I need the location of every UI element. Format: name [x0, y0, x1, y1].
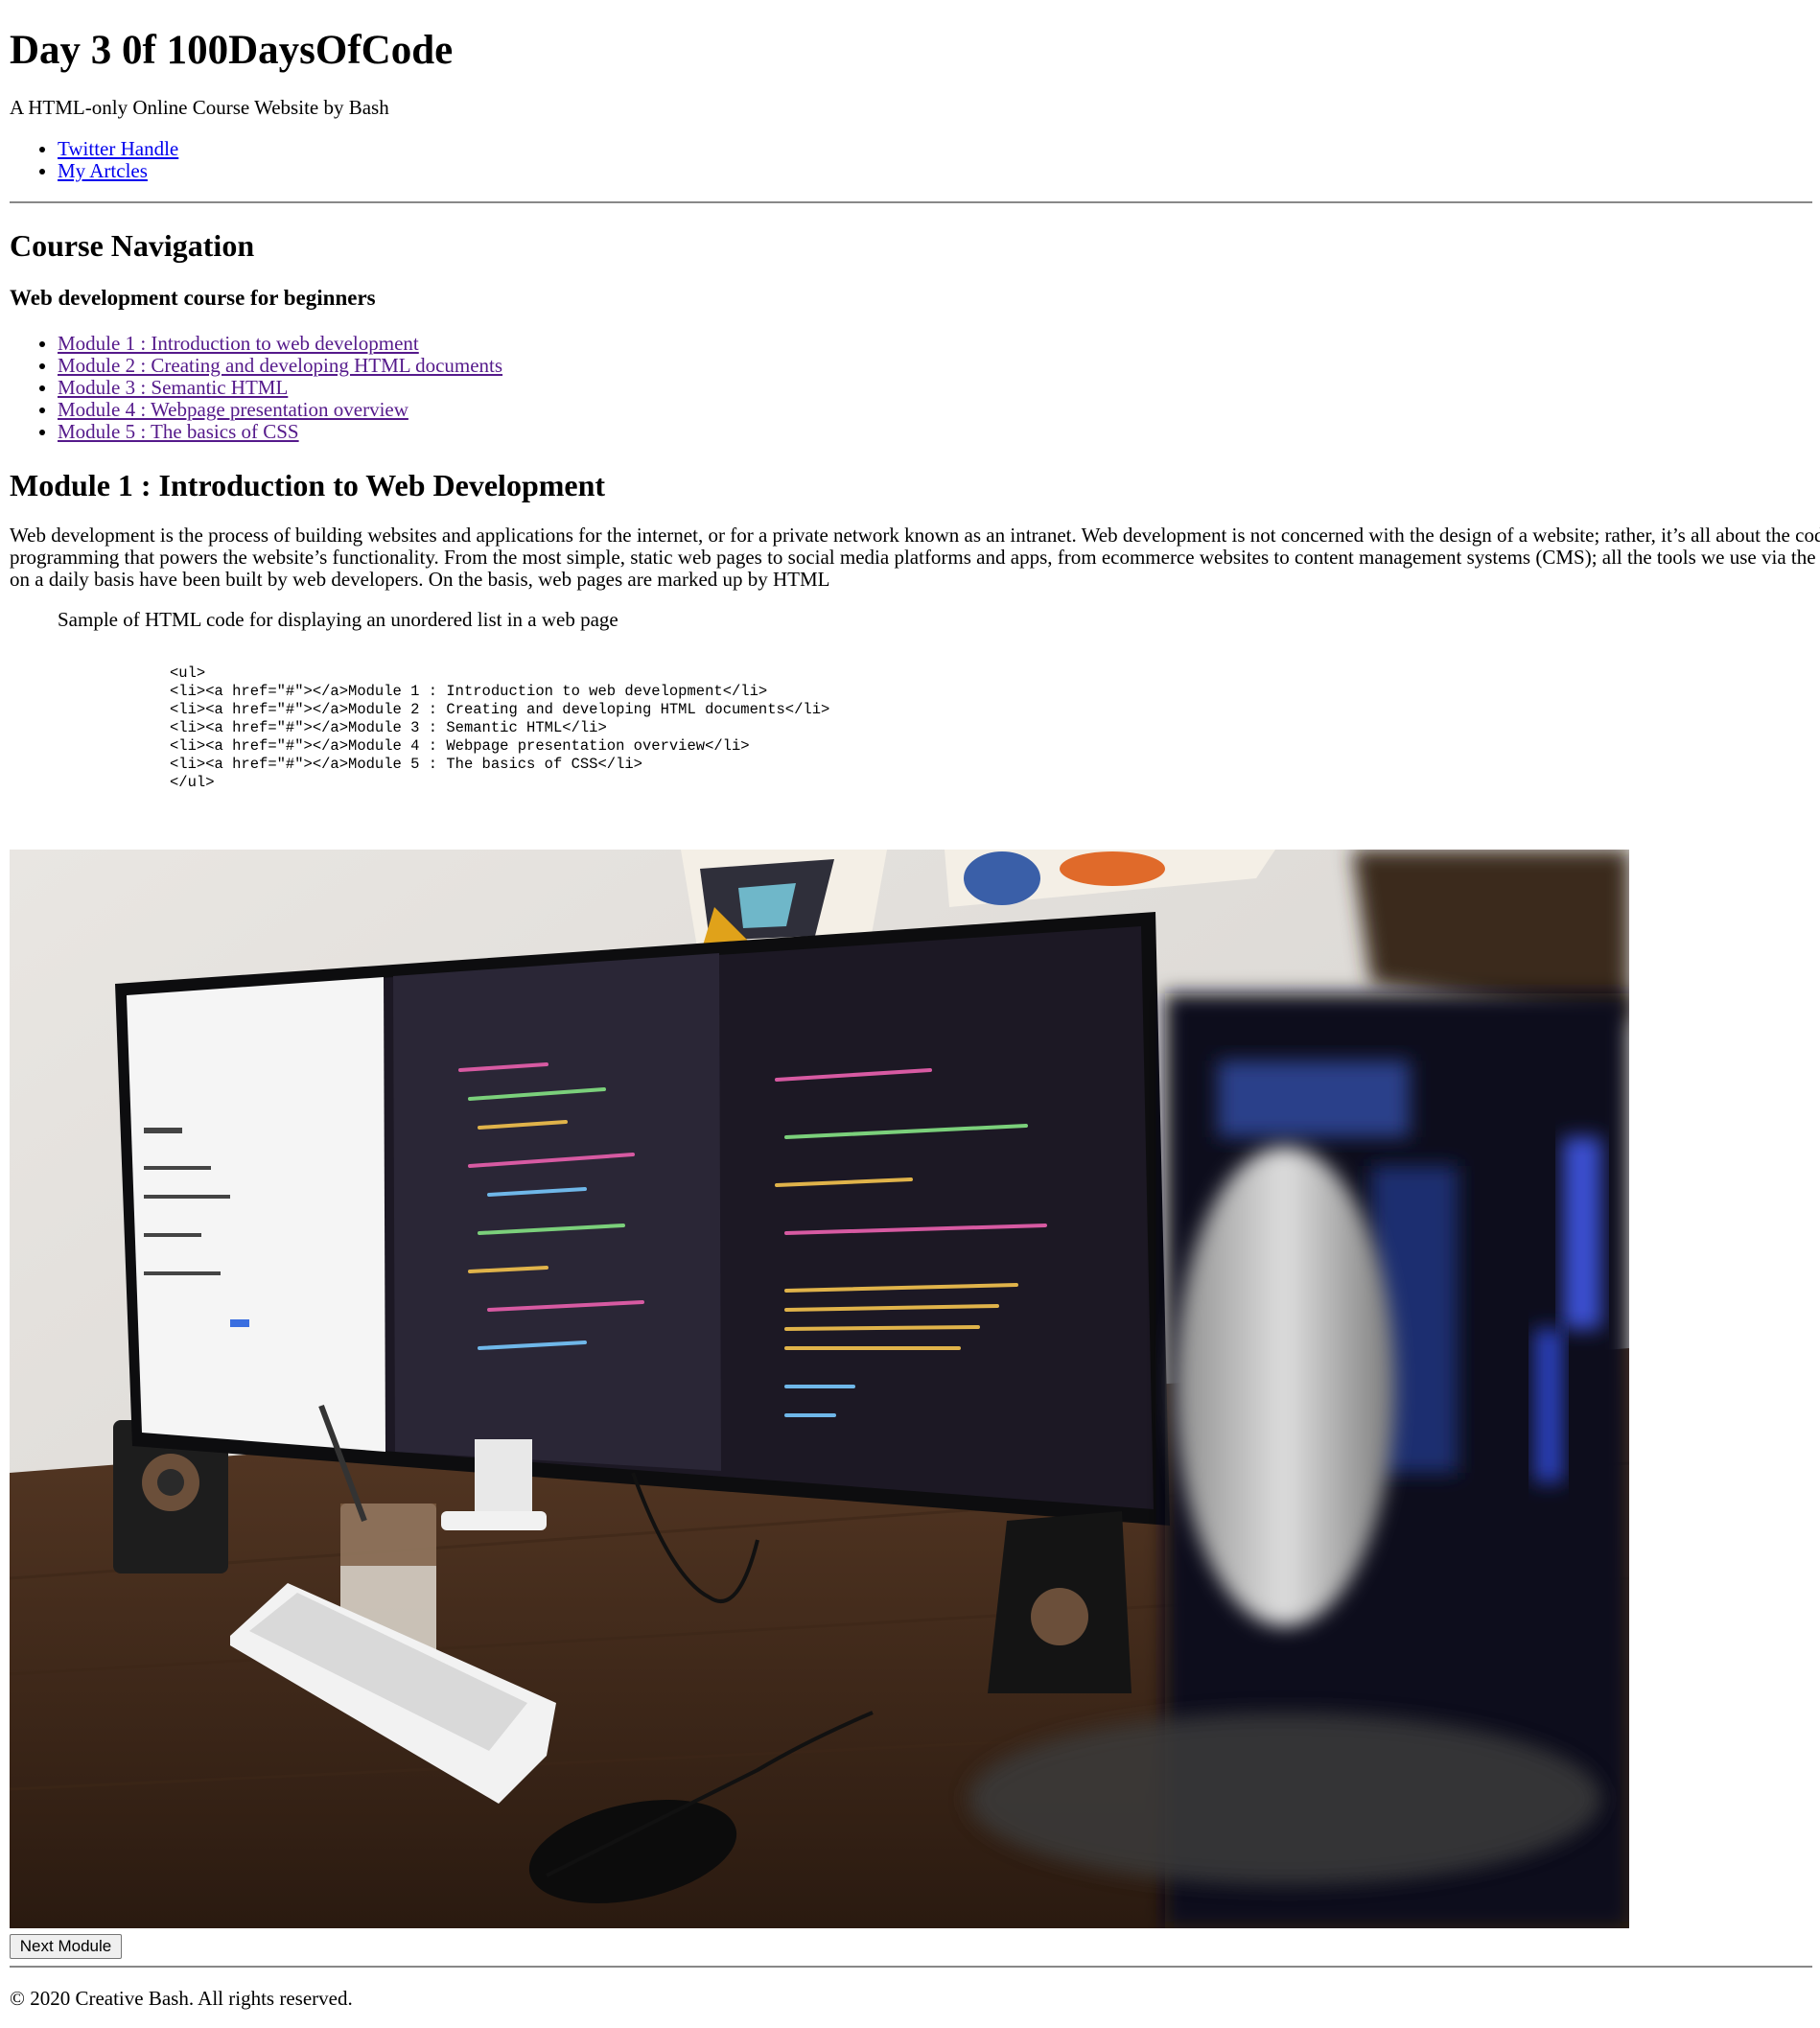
list-item: Module 2 : Creating and developing HTML … — [58, 355, 502, 377]
module-list: Module 1 : Introduction to web developme… — [10, 333, 502, 443]
code-line: <li><a href="#"></a>Module 5 : The basic… — [170, 756, 642, 773]
list-item: My Artcles — [58, 160, 178, 182]
list-item: Module 3 : Semantic HTML — [58, 377, 502, 399]
paragraph-line: programming that powers the website’s fu… — [10, 546, 1820, 569]
code-line: <ul> — [170, 664, 206, 682]
code-line: <li><a href="#"></a>Module 1 : Introduct… — [170, 683, 768, 700]
course-subheading: Web development course for beginners — [10, 286, 376, 310]
sample-caption: Sample of HTML code for displaying an un… — [58, 608, 618, 631]
page-subtitle: A HTML-only Online Course Website by Bas… — [10, 96, 389, 119]
divider — [10, 201, 1812, 203]
module-3-link[interactable]: Module 3 : Semantic HTML — [58, 376, 288, 399]
divider — [10, 1966, 1812, 1968]
module-1-link[interactable]: Module 1 : Introduction to web developme… — [58, 332, 419, 355]
next-module-button[interactable]: Next Module — [10, 1934, 122, 1959]
desk-setup-photo — [10, 850, 1629, 1928]
module-heading: Module 1 : Introduction to Web Developme… — [10, 468, 606, 502]
code-line: <li><a href="#"></a>Module 4 : Webpage p… — [170, 737, 750, 755]
module-4-link[interactable]: Module 4 : Webpage presentation overview — [58, 398, 408, 421]
module-5-link[interactable]: Module 5 : The basics of CSS — [58, 420, 299, 443]
code-sample: <ul> <li><a href="#"></a>Module 1 : Intr… — [170, 664, 829, 792]
course-navigation-heading: Course Navigation — [10, 228, 255, 263]
twitter-handle-link[interactable]: Twitter Handle — [58, 137, 178, 160]
module-paragraph: Web development is the process of buildi… — [10, 524, 1820, 591]
list-item: Module 5 : The basics of CSS — [58, 421, 502, 443]
list-item: Twitter Handle — [58, 138, 178, 160]
page-title: Day 3 0f 100DaysOfCode — [10, 28, 454, 73]
paragraph-line: on a daily basis have been built by web … — [10, 568, 830, 591]
desk-setup-image — [10, 850, 1629, 1928]
footer-copyright: © 2020 Creative Bash. All rights reserve… — [10, 1987, 353, 2010]
list-item: Module 4 : Webpage presentation overview — [58, 399, 502, 421]
page: Day 3 0f 100DaysOfCode A HTML-only Onlin… — [0, 0, 1820, 2028]
paragraph-line: Web development is the process of buildi… — [10, 524, 1820, 547]
code-line: <li><a href="#"></a>Module 3 : Semantic … — [170, 719, 607, 736]
code-line: </ul> — [170, 774, 215, 791]
my-articles-link[interactable]: My Artcles — [58, 159, 148, 182]
list-item: Module 1 : Introduction to web developme… — [58, 333, 502, 355]
header-links: Twitter Handle My Artcles — [10, 138, 178, 182]
module-2-link[interactable]: Module 2 : Creating and developing HTML … — [58, 354, 502, 377]
code-line: <li><a href="#"></a>Module 2 : Creating … — [170, 701, 830, 718]
